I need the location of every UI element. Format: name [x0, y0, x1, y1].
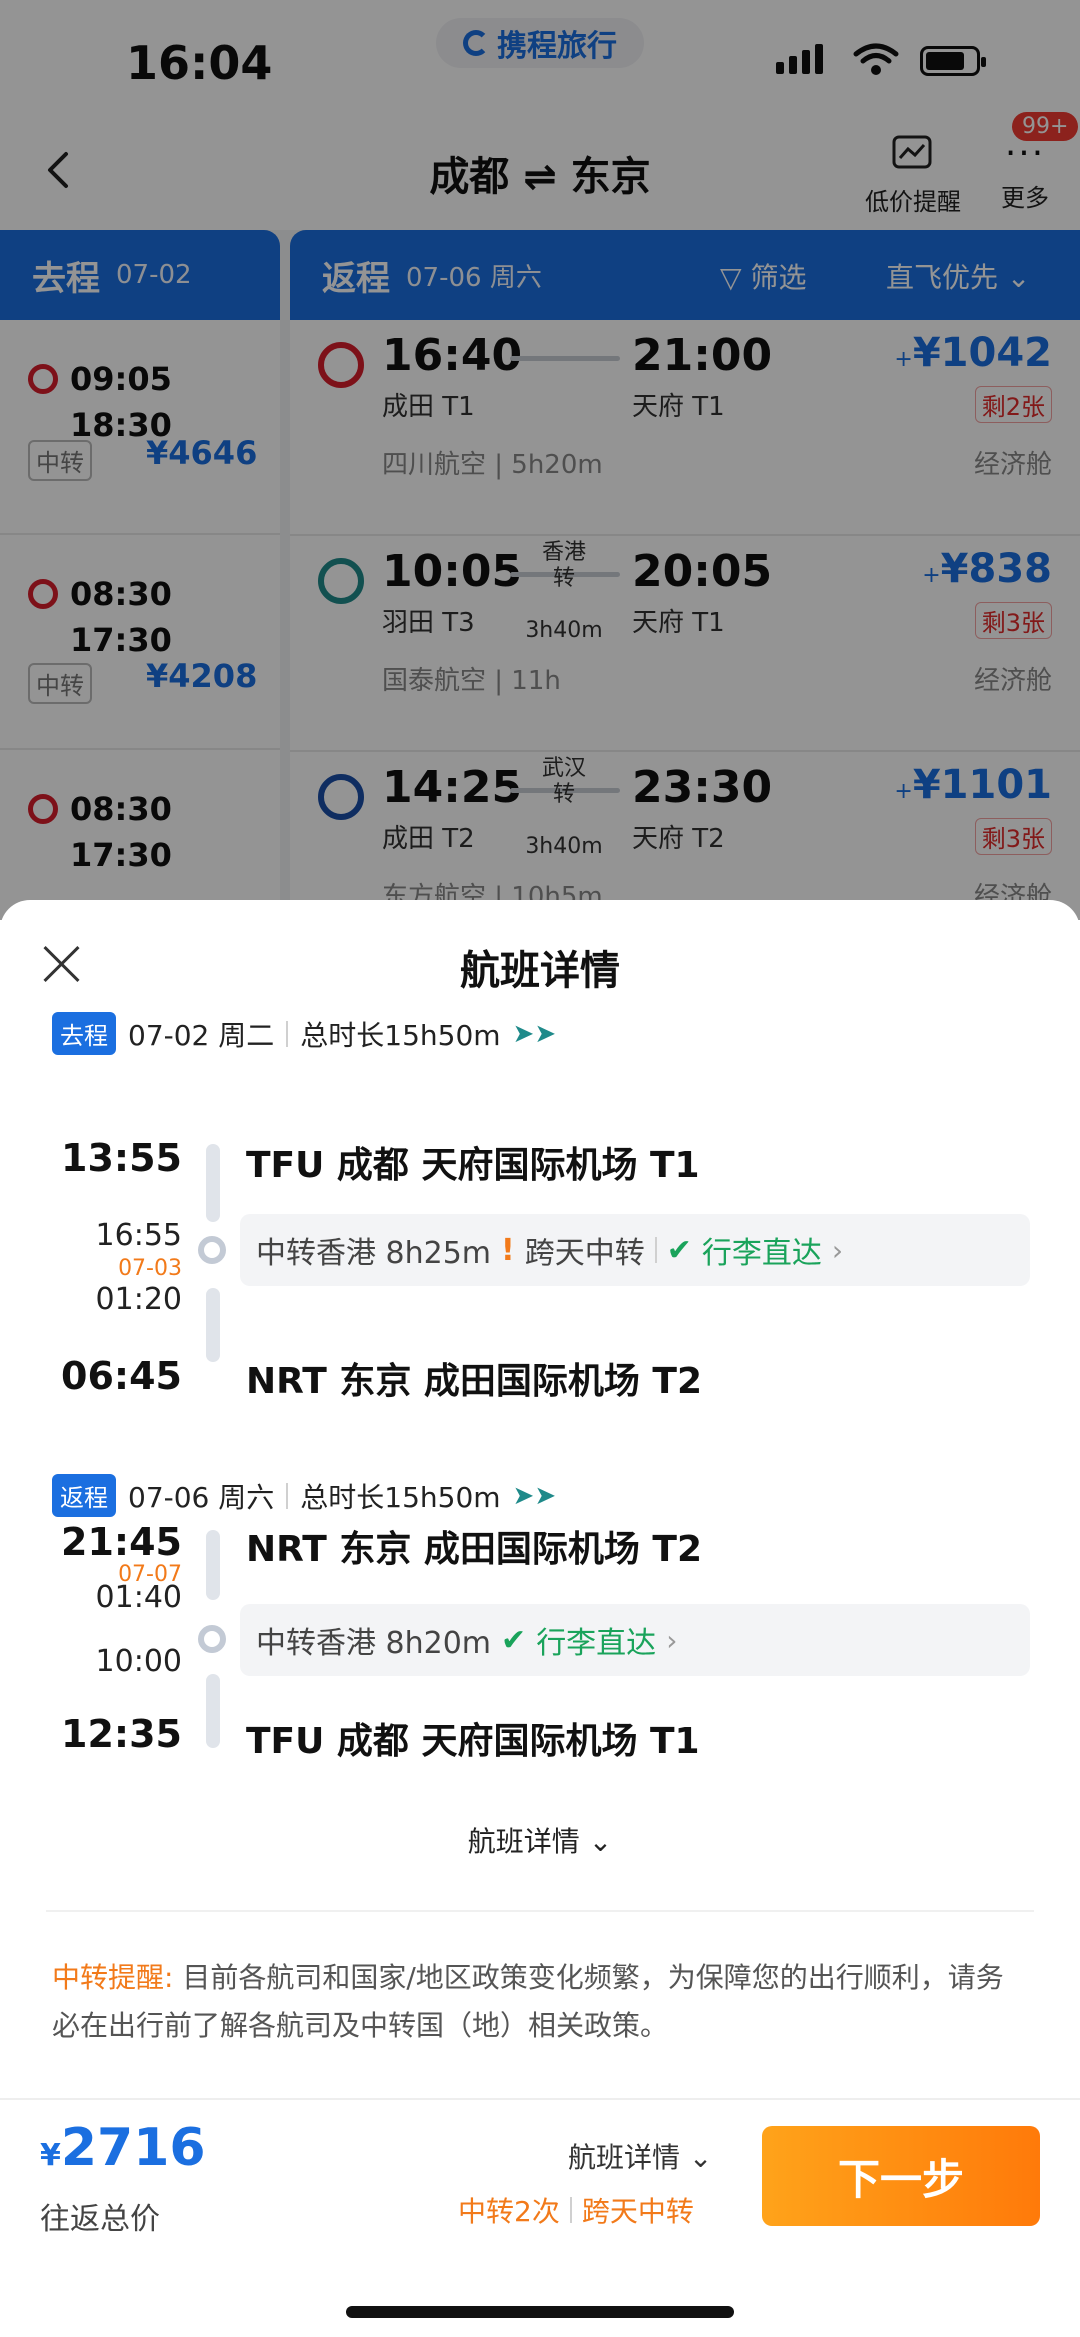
total-price-label: 往返总价: [40, 2202, 160, 2237]
chevron-right-icon: ›: [666, 1623, 678, 1657]
transfer-point-icon: [198, 1236, 226, 1264]
timeline-bar: [206, 1674, 220, 1748]
outbound-dep-time: 13:55: [61, 1136, 182, 1180]
chevron-down-icon: ⌄: [680, 2141, 713, 2174]
return-summary: 返程 07-06 周六 总时长15h50m ➤➤: [52, 1474, 556, 1517]
timeline-bar: [206, 1144, 220, 1222]
outbound-arr-time: 06:45: [61, 1354, 182, 1398]
divider: [654, 1237, 657, 1263]
outbound-arr-airport: NRT 东京 成田国际机场 T2: [246, 1361, 702, 1402]
chevron-right-icon: ›: [831, 1233, 844, 1267]
return-transfer-dep-time: 10:00: [95, 1644, 182, 1679]
baggage-through-label: 行李直达: [536, 1626, 657, 1661]
outbound-tag: 去程: [52, 1012, 116, 1055]
return-date: 07-06 周六: [128, 1480, 275, 1514]
notice-text: 目前各航司和国家/地区政策变化频繁，为保障您的出行顺利，请务必在出行前了解各航司…: [52, 1961, 1004, 2042]
notice-label: 中转提醒:: [52, 1961, 174, 1994]
outbound-transfer-dep-time: 01:20: [95, 1282, 182, 1317]
return-total-duration: 总时长15h50m: [300, 1480, 501, 1514]
modal-overlay[interactable]: [0, 0, 1080, 920]
overnight-label: 跨天中转: [524, 1236, 645, 1271]
transfer-notice: 中转提醒: 目前各航司和国家/地区政策变化频繁，为保障您的出行顺利，请务必在出行…: [52, 1954, 1012, 2050]
check-icon: ✔: [501, 1622, 527, 1658]
total-price: ¥2716: [40, 2118, 206, 2178]
outbound-total-duration: 总时长15h50m: [300, 1018, 501, 1052]
return-arr-time: 12:35: [61, 1712, 182, 1756]
cathay-airline-icon: ➤➤: [512, 1480, 557, 1511]
divider: [46, 1910, 1034, 1912]
transfer-text: 中转香港 8h20m: [256, 1626, 492, 1661]
return-transfer-info[interactable]: 中转香港 8h20m ✔ 行李直达 ›: [240, 1604, 1030, 1676]
outbound-date: 07-02 周二: [128, 1018, 275, 1052]
baggage-through-label: 行李直达: [701, 1236, 822, 1271]
divider: [286, 1482, 289, 1509]
return-transfer-arr-time: 01:40: [95, 1580, 182, 1615]
warning-icon: !: [501, 1232, 515, 1268]
sheet-title: 航班详情: [460, 948, 620, 994]
divider: [569, 2197, 572, 2223]
transfer-point-icon: [198, 1625, 226, 1653]
bottom-action-bar: ¥2716 往返总价 航班详情 ⌄ 中转2次 跨天中转 下一步: [0, 2098, 1080, 2337]
home-indicator: [346, 2306, 734, 2318]
cathay-airline-icon: ➤➤: [512, 1018, 557, 1049]
outbound-transfer-info[interactable]: 中转香港 8h25m ! 跨天中转 ✔ 行李直达 ›: [240, 1214, 1030, 1286]
outbound-next-day: 07-03: [118, 1256, 182, 1281]
outbound-summary: 去程 07-02 周二 总时长15h50m ➤➤: [52, 1012, 556, 1055]
bottom-details-toggle[interactable]: 航班详情 ⌄: [568, 2136, 712, 2176]
return-tag: 返程: [52, 1474, 116, 1517]
divider: [286, 1020, 289, 1047]
transfer-count: 中转2次: [458, 2195, 560, 2228]
next-step-button[interactable]: 下一步: [762, 2126, 1040, 2226]
return-dep-time: 21:45: [61, 1520, 182, 1564]
transfer-text: 中转香港 8h25m: [256, 1236, 492, 1271]
timeline-bar: [206, 1288, 220, 1362]
return-arr-airport: TFU 成都 天府国际机场 T1: [246, 1721, 700, 1762]
return-dep-airport: NRT 东京 成田国际机场 T2: [246, 1529, 702, 1570]
check-icon: ✔: [666, 1232, 692, 1268]
overnight-tag: 跨天中转: [581, 2195, 694, 2228]
background-app: 16:04 携程旅行 成都 ⇌ 东京 低价提醒 ··· 更多 99+ 去程 07…: [0, 0, 1080, 920]
outbound-transfer-arr-time: 16:55: [95, 1218, 182, 1253]
timeline-bar: [206, 1530, 220, 1600]
trip-tags: 中转2次 跨天中转: [458, 2190, 694, 2230]
flight-details-toggle[interactable]: 航班详情 ⌄: [0, 1820, 1080, 1860]
chevron-down-icon: ⌄: [579, 1825, 613, 1858]
outbound-dep-airport: TFU 成都 天府国际机场 T1: [246, 1145, 700, 1186]
